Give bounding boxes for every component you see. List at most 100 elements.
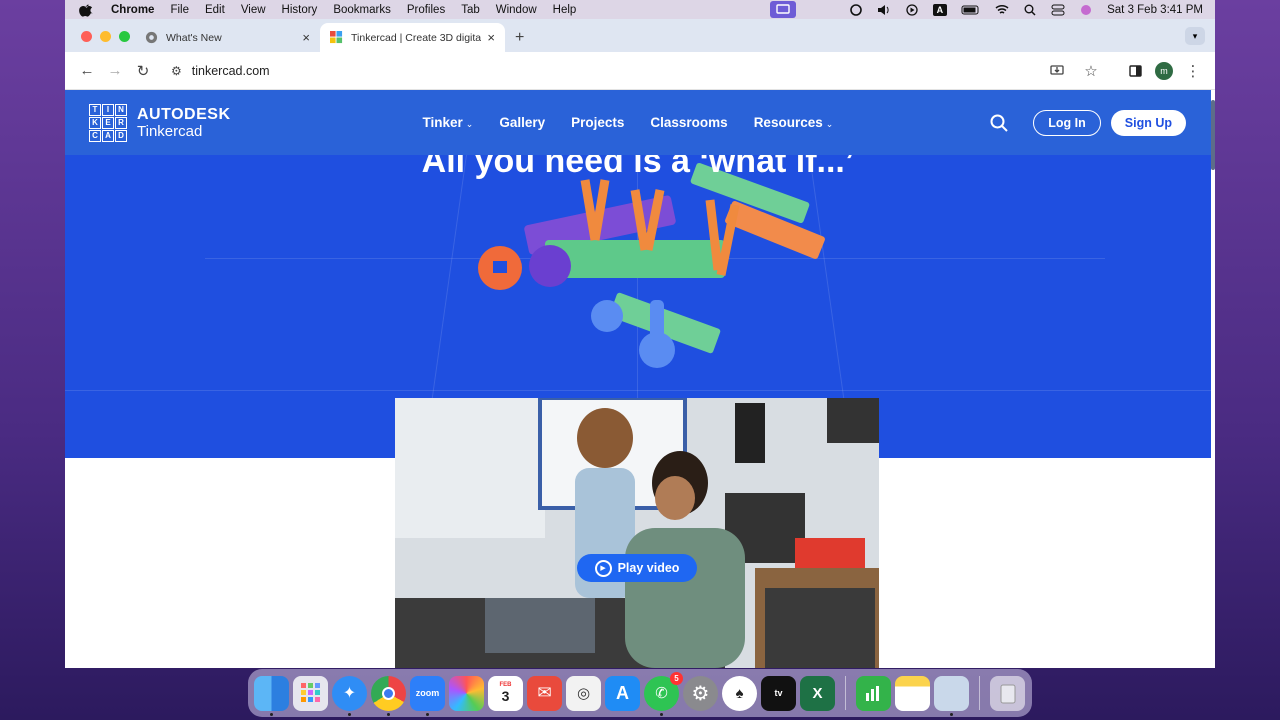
brand-tinkercad: Tinkercad	[137, 122, 203, 140]
install-app-icon[interactable]	[1043, 57, 1071, 85]
logo-letter: A	[102, 129, 114, 142]
menu-bookmarks[interactable]: Bookmarks	[325, 4, 399, 16]
battery-icon[interactable]	[961, 4, 981, 16]
dock-whatsapp[interactable]: ✆ 5	[644, 671, 683, 716]
tinkercad-logo[interactable]: T I N K E R C A D AUTODESK Tinkercad	[89, 103, 231, 142]
creative-cloud-icon[interactable]	[849, 3, 863, 16]
wifi-icon[interactable]	[995, 4, 1009, 16]
dock-launchpad[interactable]	[293, 675, 328, 711]
reload-icon[interactable]: ↻	[129, 57, 157, 85]
signup-button[interactable]: Sign Up	[1110, 109, 1186, 136]
gear-icon: ⚙	[691, 682, 710, 705]
browser-toolbar: ← → ↻ ⚙ tinkercad.com ☆ m ⋮	[65, 52, 1215, 90]
trash-icon	[1000, 684, 1015, 704]
dock-app-store[interactable]: A	[605, 675, 640, 711]
play-video-label: Play video	[617, 561, 680, 575]
screen-recording-icon[interactable]	[770, 1, 797, 18]
login-button[interactable]: Log In	[1033, 109, 1101, 136]
dock-calendar[interactable]: FEB 3	[488, 675, 523, 711]
search-icon[interactable]	[989, 113, 1009, 133]
side-panel-icon[interactable]	[1121, 57, 1149, 85]
chrome-window: What's New × Tinkercad | Create 3D digit…	[65, 19, 1215, 668]
dock-safari[interactable]: ✦	[332, 675, 367, 716]
dock-separator	[979, 676, 980, 710]
dock-photos[interactable]	[449, 675, 484, 711]
brand-autodesk: AUTODESK	[137, 105, 231, 123]
menu-history[interactable]: History	[274, 4, 326, 16]
dock-inkscape[interactable]: ♠	[722, 675, 757, 711]
control-center-icon[interactable]	[1051, 4, 1065, 16]
page-scrollbar-thumb[interactable]	[1211, 100, 1215, 170]
tab-tinkercad[interactable]: Tinkercad | Create 3D digital ×	[320, 23, 505, 52]
apple-logo-icon[interactable]	[79, 3, 93, 17]
camera-icon: ◎	[576, 685, 591, 702]
nav-projects[interactable]: Projects	[571, 115, 624, 130]
tab-search-chevron-icon[interactable]: ▾	[1185, 27, 1205, 45]
logo-letter: D	[115, 129, 127, 142]
new-tab-button[interactable]: +	[505, 23, 534, 52]
site-info-icon[interactable]: ⚙	[171, 64, 182, 78]
spotlight-search-icon[interactable]	[1023, 4, 1037, 16]
dock-trash[interactable]	[990, 675, 1025, 711]
tab-whats-new[interactable]: What's New ×	[135, 23, 320, 52]
menubar-clock[interactable]: Sat 3 Feb 3:41 PM	[1107, 4, 1203, 16]
play-icon: ▶	[594, 559, 612, 577]
running-indicator	[660, 712, 663, 716]
kebab-menu-icon[interactable]: ⋮	[1179, 57, 1207, 85]
menu-app-name[interactable]: Chrome	[103, 4, 162, 16]
dock-screenshot[interactable]: ◎	[566, 675, 601, 711]
bookmark-star-icon[interactable]: ☆	[1077, 57, 1105, 85]
dock-apple-tv[interactable]: tv	[761, 675, 796, 711]
dock-numbers[interactable]	[856, 675, 891, 711]
minimize-window-button[interactable]	[100, 31, 111, 42]
forward-arrow-icon[interactable]: →	[101, 57, 129, 85]
menu-profiles[interactable]: Profiles	[399, 4, 453, 16]
nav-resources[interactable]: Resources ⌄	[754, 115, 834, 130]
profile-avatar[interactable]: m	[1155, 61, 1173, 80]
back-arrow-icon[interactable]: ←	[73, 57, 101, 85]
dock-excel[interactable]: X	[800, 675, 835, 711]
nav-classrooms[interactable]: Classrooms	[650, 115, 727, 130]
excel-label: X	[812, 684, 823, 702]
apple-tv-label: tv	[774, 688, 783, 698]
tinkercad-logo-grid: T I N K E R C A D	[89, 103, 127, 142]
running-indicator	[270, 712, 273, 716]
dock-system-settings[interactable]: ⚙	[683, 675, 718, 711]
menu-help[interactable]: Help	[545, 4, 585, 16]
volume-icon[interactable]	[877, 4, 891, 16]
video-thumbnail[interactable]: ▶ Play video	[395, 398, 879, 668]
logo-letter: I	[102, 103, 114, 116]
play-video-button[interactable]: ▶ Play video	[577, 554, 697, 582]
notification-badge: 5	[670, 671, 683, 685]
nav-gallery[interactable]: Gallery	[499, 115, 545, 130]
bar-chart-icon	[865, 686, 879, 701]
dock-chrome[interactable]	[371, 675, 406, 716]
address-text[interactable]: tinkercad.com	[192, 64, 270, 78]
tab-strip: What's New × Tinkercad | Create 3D digit…	[65, 19, 1215, 52]
menu-file[interactable]: File	[162, 4, 197, 16]
logo-wordmark: AUTODESK Tinkercad	[137, 106, 231, 140]
tab-close-icon[interactable]: ×	[487, 30, 495, 45]
menu-window[interactable]: Window	[488, 4, 545, 16]
now-playing-icon[interactable]	[905, 3, 919, 16]
dock-finder[interactable]	[254, 675, 289, 716]
zoom-window-button[interactable]	[119, 31, 130, 42]
toolbar-actions: ☆ m ⋮	[1043, 57, 1207, 85]
menu-tab[interactable]: Tab	[453, 4, 488, 16]
dock-zoom[interactable]: zoom	[410, 675, 445, 716]
input-source-indicator[interactable]: A	[932, 3, 948, 16]
dock-preview[interactable]	[934, 675, 969, 716]
menu-view[interactable]: View	[233, 4, 274, 16]
inkscape-icon: ♠	[735, 684, 744, 702]
logo-letter: C	[89, 129, 101, 142]
compass-icon: ✦	[342, 685, 357, 702]
menu-edit[interactable]: Edit	[197, 4, 233, 16]
dock-notes[interactable]	[895, 675, 930, 711]
siri-icon[interactable]	[1079, 4, 1093, 16]
nav-actions: Log In Sign Up	[989, 109, 1186, 136]
address-bar[interactable]: ⚙ tinkercad.com	[163, 57, 1037, 85]
dock-mail[interactable]: ✉	[527, 675, 562, 711]
close-window-button[interactable]	[81, 31, 92, 42]
nav-tinker[interactable]: Tinker ⌄	[423, 115, 474, 130]
tab-close-icon[interactable]: ×	[302, 30, 310, 45]
